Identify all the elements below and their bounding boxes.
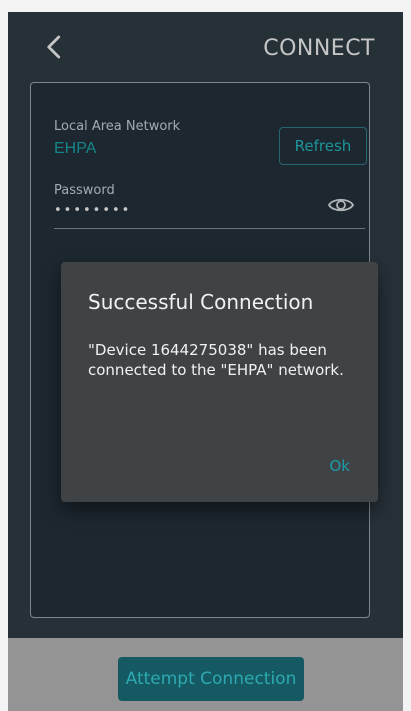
connect-screen: CONNECT Local Area Network EHPA Refresh …	[8, 12, 403, 711]
success-dialog: Successful Connection "Device 1644275038…	[61, 262, 378, 502]
dialog-title: Successful Connection	[88, 290, 314, 314]
dialog-message: "Device 1644275038" has been connected t…	[88, 341, 344, 379]
ok-button[interactable]: Ok	[330, 457, 351, 475]
